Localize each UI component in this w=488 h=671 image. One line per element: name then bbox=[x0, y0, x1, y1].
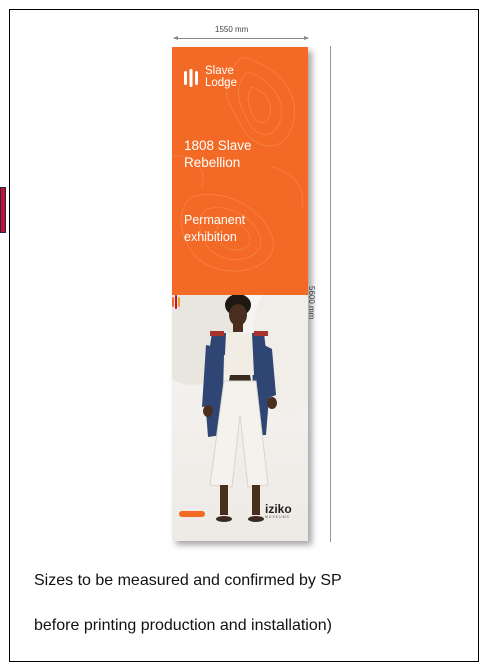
exhibition-banner: Slave Lodge 1808 Slave Rebellion Permane… bbox=[172, 47, 308, 541]
caption-line-1: Sizes to be measured and confirmed by SP bbox=[34, 572, 342, 589]
subtitle-line-1: Permanent bbox=[184, 213, 246, 227]
height-dimension-line bbox=[330, 46, 331, 542]
width-dimension-arrow bbox=[173, 36, 309, 40]
title-line-2: Rebellion bbox=[184, 155, 241, 170]
caption-line-2: before printing production and installat… bbox=[34, 617, 332, 634]
iziko-logo-text: iziko bbox=[265, 502, 292, 516]
exhibition-subtitle: Permanent exhibition bbox=[184, 212, 302, 246]
iziko-logo-subtext: MUSEUMS bbox=[265, 515, 290, 519]
exhibition-title: 1808 Slave Rebellion bbox=[184, 137, 302, 171]
brand-line-2: Lodge bbox=[205, 77, 237, 89]
title-line-1: 1808 Slave bbox=[184, 138, 252, 153]
brand-name: Slave Lodge bbox=[205, 65, 295, 89]
iziko-logo-icon bbox=[172, 295, 180, 309]
banner-orange-panel: Slave Lodge 1808 Slave Rebellion Permane… bbox=[172, 47, 308, 295]
slave-lodge-logo-icon bbox=[184, 69, 198, 87]
banner-photo: iziko MUSEUMS bbox=[172, 295, 308, 541]
brand-line-1: Slave bbox=[205, 65, 234, 77]
width-dimension-label: 1550 mm bbox=[215, 25, 249, 34]
side-marker bbox=[0, 187, 6, 233]
subtitle-line-2: exhibition bbox=[184, 230, 237, 244]
height-dimension-label: 5600 mm bbox=[307, 286, 316, 320]
sponsor-badge bbox=[179, 511, 205, 517]
